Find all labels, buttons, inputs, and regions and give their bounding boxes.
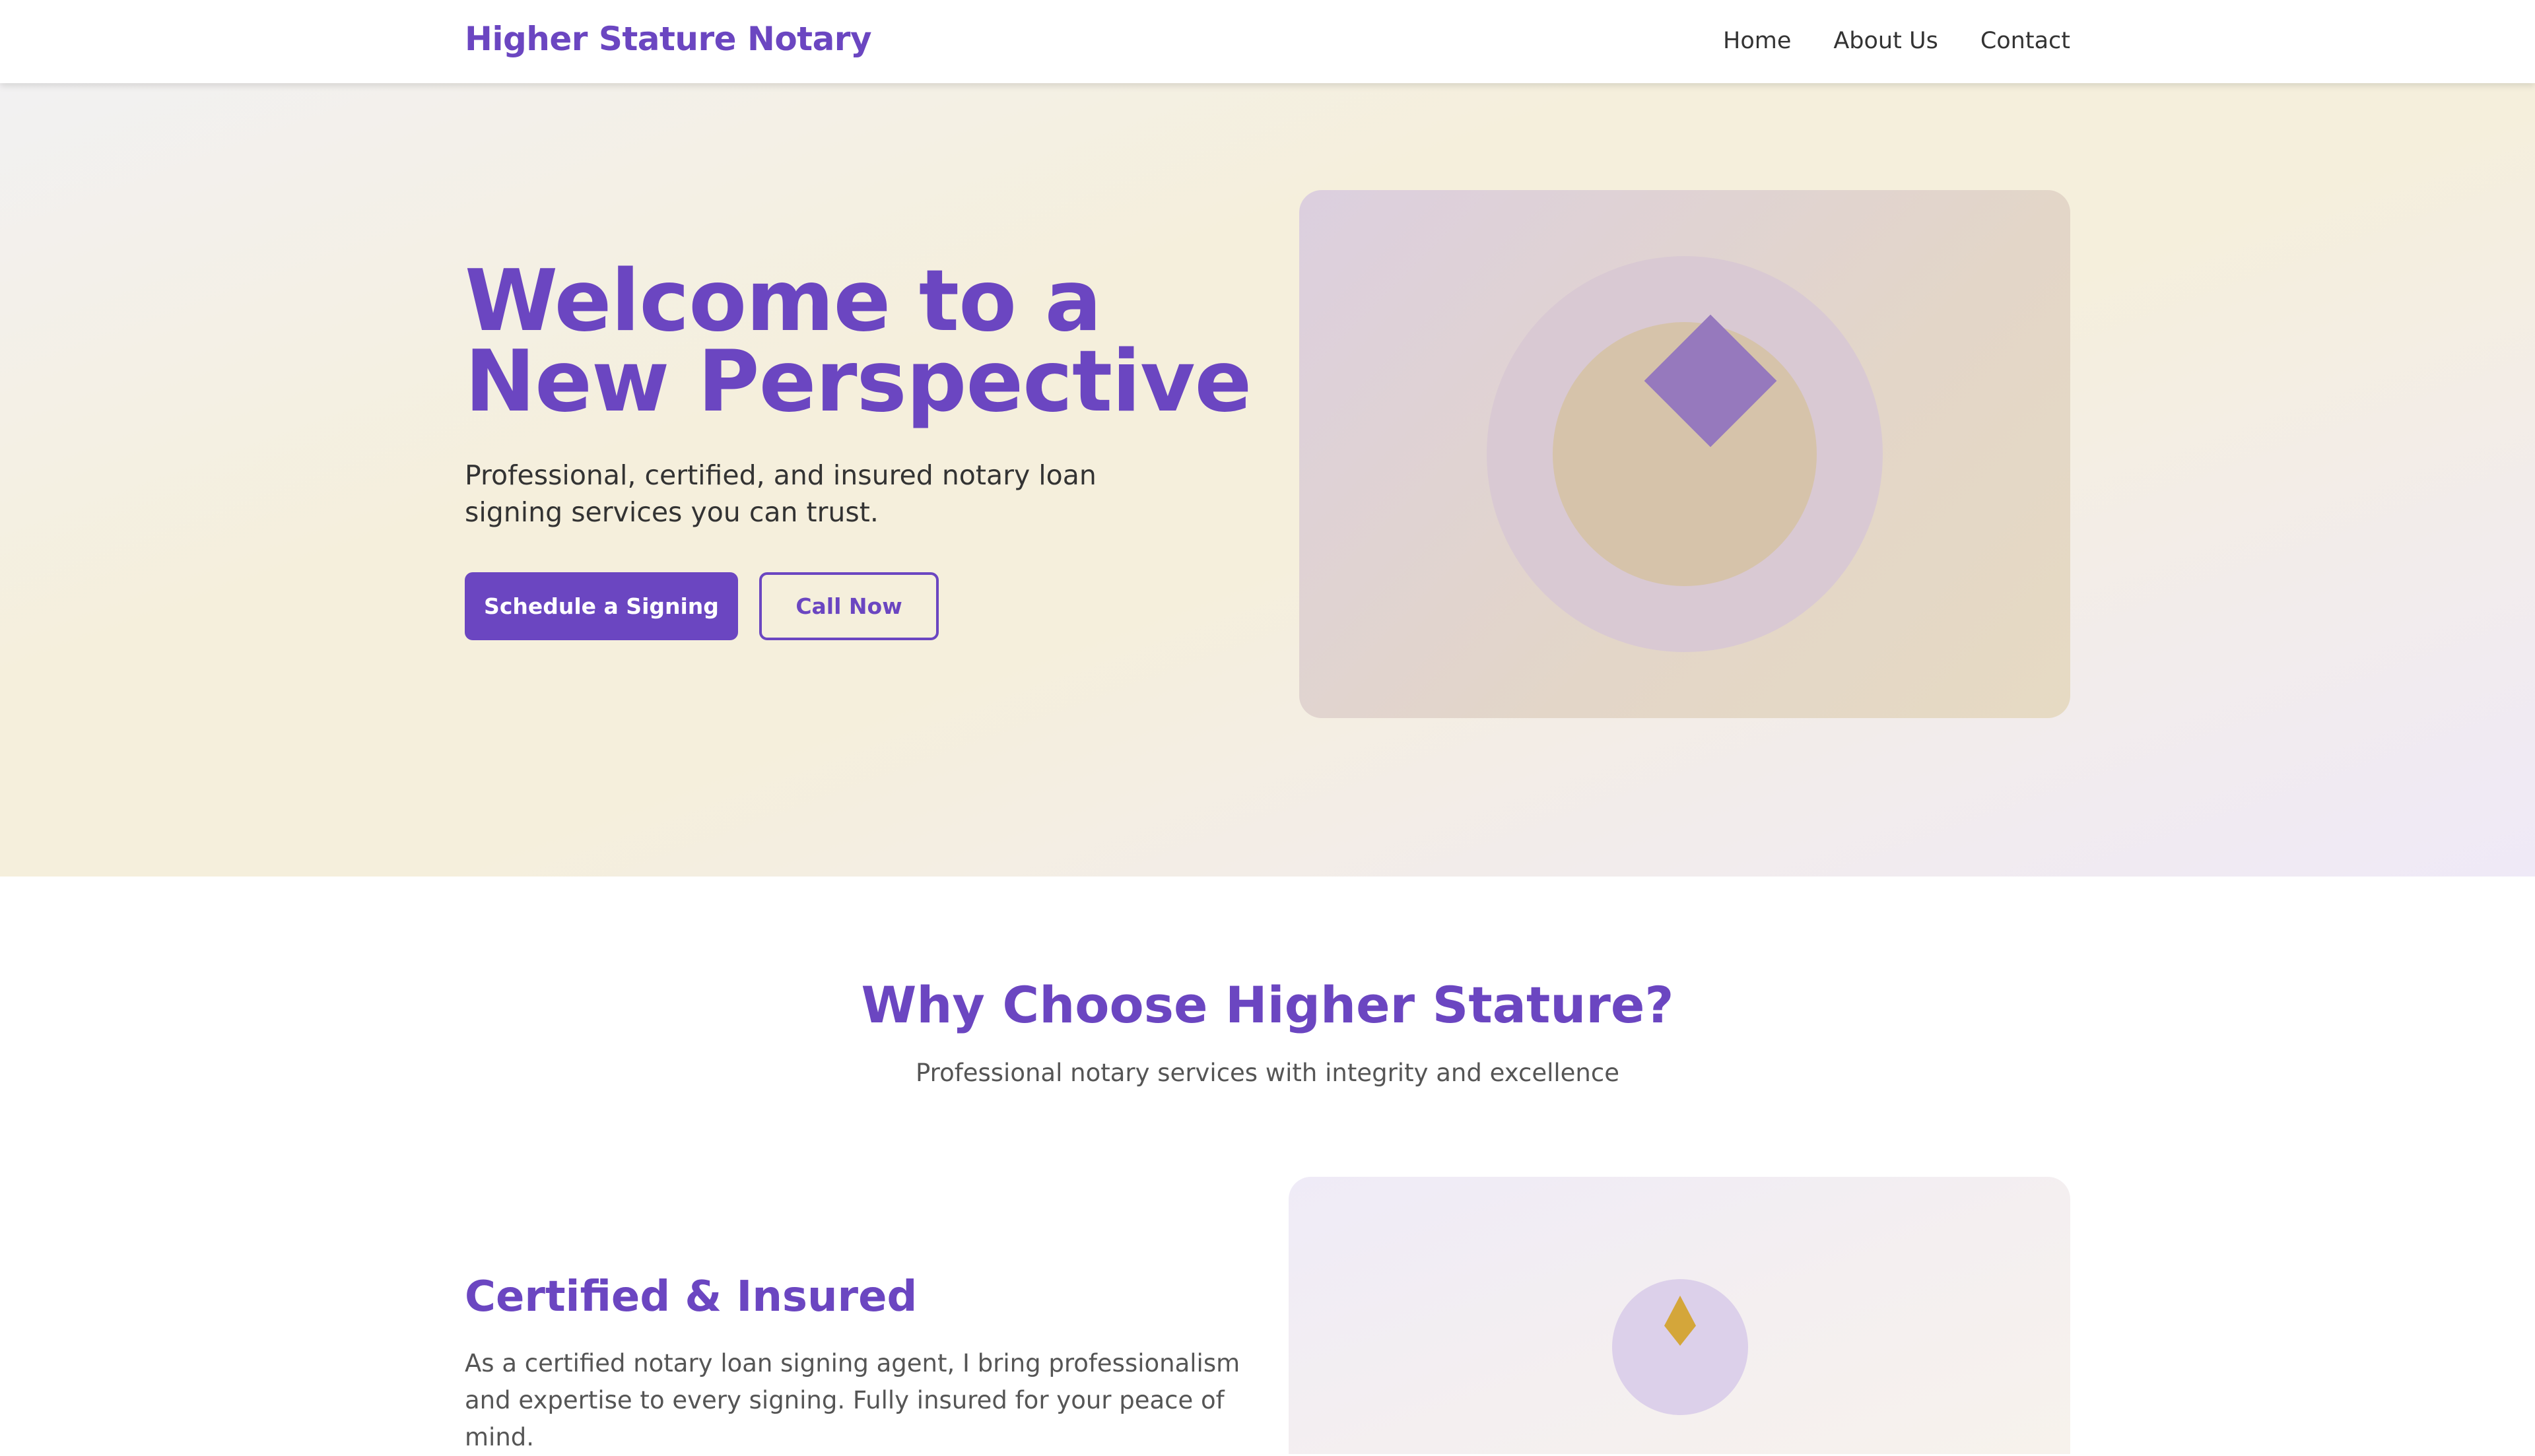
feature-title: Certified & Insured (465, 1273, 918, 1321)
schedule-signing-button[interactable]: Schedule a Signing (465, 572, 738, 640)
brand-logo-text[interactable]: Higher Stature Notary (465, 20, 872, 58)
why-subtitle: Professional notary services with integr… (916, 1059, 1619, 1087)
feature-description: As a certified notary loan signing agent… (465, 1349, 1240, 1451)
nav-link-about-us[interactable]: About Us (1833, 28, 1938, 54)
outer-ring-shape (1487, 256, 1883, 652)
main-nav: Home About Us Contact (1723, 28, 2070, 54)
why-title: Why Choose Higher Stature? (861, 976, 1674, 1034)
hero-title: Welcome to a New Perspective (465, 252, 1252, 431)
hero-illustration (1299, 190, 2070, 718)
site-header: Higher Stature Notary Home About Us Cont… (0, 0, 2535, 83)
nav-link-contact[interactable]: Contact (1980, 28, 2070, 54)
hero-section: Welcome to a New Perspective Professiona… (0, 83, 2535, 877)
nav-link-home[interactable]: Home (1723, 28, 1791, 54)
call-now-button[interactable]: Call Now (759, 572, 939, 640)
hero-subtitle: Professional, certified, and insured not… (465, 459, 1097, 528)
feature-illustration (1289, 1177, 2070, 1454)
